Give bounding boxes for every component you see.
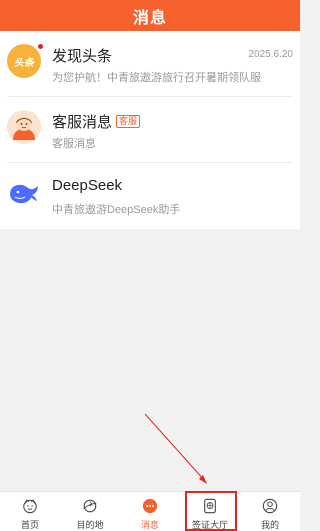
message-list: 头条 发现头条 2025.6.20 为您护航！中青旅遨游旅行召开暑期领队服 客服… [0, 31, 300, 229]
message-preview: 为您护航！中青旅遨游旅行召开暑期领队服 [52, 72, 261, 84]
deepseek-avatar [7, 176, 41, 210]
customer-service-avatar [7, 110, 41, 144]
bottom-tab-bar: 首页 目的地 消息 签证大厅 我的 [0, 491, 300, 531]
tab-label: 我的 [260, 520, 279, 530]
toutiao-logo-text: 头条 [14, 57, 34, 69]
message-item-deepseek[interactable]: DeepSeek 中青旅遨游DeepSeek助手 [7, 163, 293, 229]
message-preview: 客服消息 [52, 138, 96, 150]
service-agent-icon [7, 110, 41, 144]
message-title-text: 发现头条 [52, 48, 113, 65]
message-title-text: DeepSeek [52, 177, 123, 194]
tab-messages[interactable]: 消息 [120, 492, 180, 531]
tab-mine[interactable]: 我的 [240, 492, 300, 531]
tab-label: 首页 [20, 520, 39, 530]
service-tag-badge: 客服 [116, 115, 141, 128]
header-bar: 消息 [0, 0, 300, 31]
toutiao-avatar: 头条 [7, 44, 41, 78]
message-title-text: 客服消息 [52, 114, 113, 131]
tab-label: 消息 [140, 520, 159, 530]
page-title: 消息 [132, 9, 167, 27]
message-title: DeepSeek [52, 177, 122, 194]
message-date: 2025.6.20 [248, 49, 294, 60]
message-item-toutiao[interactable]: 头条 发现头条 2025.6.20 为您护航！中青旅遨游旅行召开暑期领队服 [7, 31, 293, 97]
message-title: 发现头条 [52, 45, 112, 66]
planet-icon [83, 499, 97, 513]
user-icon [262, 498, 278, 514]
message-title: 客服消息 客服 [52, 111, 141, 132]
message-preview: 中青旅遨游DeepSeek助手 [52, 204, 181, 216]
unread-badge [37, 43, 44, 50]
annotation-highlight-box [185, 491, 237, 531]
home-face-icon [23, 499, 37, 514]
messages-screen: 消息 头条 发现头条 2025.6.20 为您护航！中青旅遨游旅行召开暑期领队服 [0, 0, 300, 531]
tab-home[interactable]: 首页 [0, 492, 60, 531]
message-item-service[interactable]: 客服消息 客服 客服消息 [7, 97, 293, 163]
tab-destination[interactable]: 目的地 [60, 492, 120, 531]
tab-label: 目的地 [76, 520, 104, 530]
deepseek-whale-icon [10, 184, 38, 204]
chat-bubble-icon [142, 498, 158, 514]
